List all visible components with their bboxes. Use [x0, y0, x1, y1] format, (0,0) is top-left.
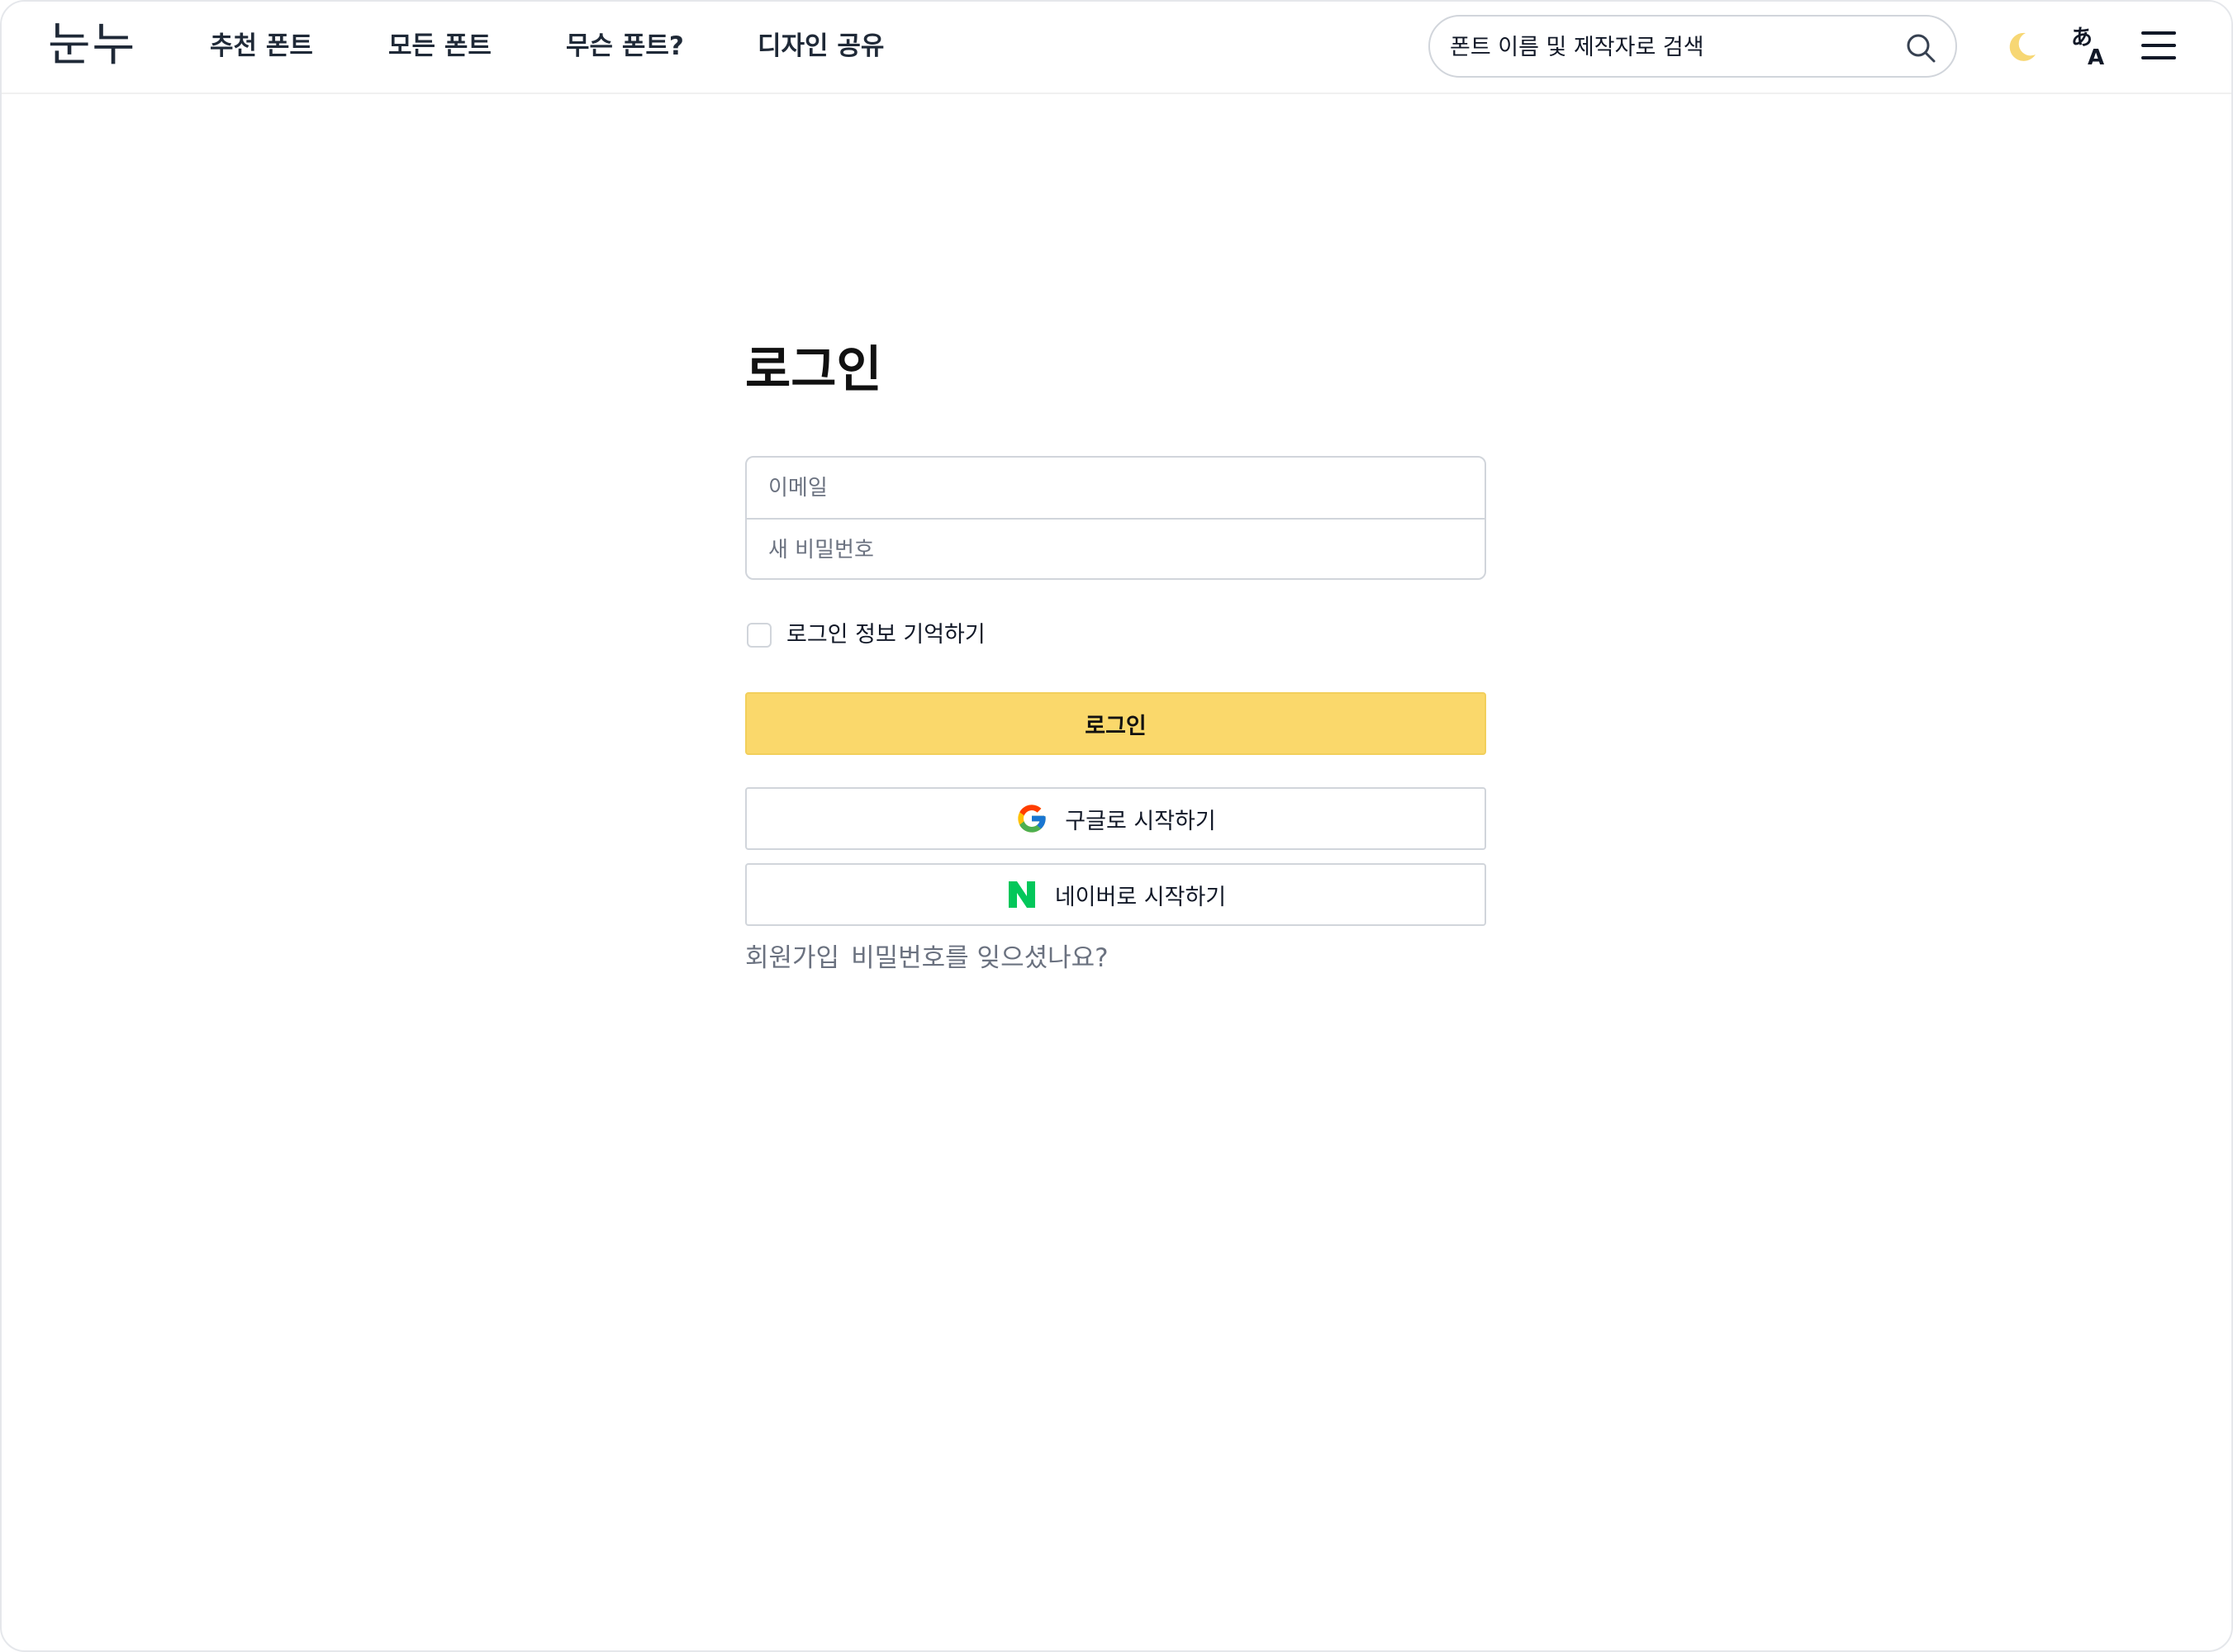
search-icon[interactable] [1904, 31, 1937, 64]
google-login-button[interactable]: 구글로 시작하기 [745, 787, 1486, 850]
google-login-label: 구글로 시작하기 [1065, 808, 1216, 834]
search-box [1428, 15, 1957, 78]
forgot-password-link[interactable]: 비밀번호를 잊으셨나요? [851, 943, 1109, 973]
site-logo[interactable]: 눈누 [48, 17, 136, 74]
nav-design-share[interactable]: 디자인 공유 [758, 28, 884, 64]
login-button[interactable]: 로그인 [745, 692, 1486, 755]
naver-icon [1008, 881, 1035, 908]
page-title: 로그인 [745, 341, 882, 399]
moon-icon[interactable] [2001, 25, 2044, 68]
svg-text:A: A [2088, 45, 2104, 68]
account-links: 회원가입 비밀번호를 잊으셨나요? [745, 940, 1120, 976]
remember-me-checkbox[interactable] [747, 623, 772, 648]
email-field[interactable] [747, 458, 1485, 518]
menu-icon[interactable] [2138, 25, 2181, 68]
top-navigation-bar: 눈누 추천 폰트 모든 폰트 무슨 폰트? 디자인 공유 あ A [2, 2, 2231, 94]
login-button-label: 로그인 [1085, 713, 1147, 739]
google-icon [1018, 805, 1046, 833]
search-input[interactable] [1450, 28, 1879, 66]
app-window: 눈누 추천 폰트 모든 폰트 무슨 폰트? 디자인 공유 あ A 로그인 [0, 0, 2233, 1652]
credentials-group [745, 456, 1486, 580]
translate-icon[interactable]: あ A [2069, 25, 2112, 68]
nav-what-font[interactable]: 무슨 폰트? [566, 28, 684, 64]
remember-me-label[interactable]: 로그인 정보 기억하기 [786, 619, 986, 652]
nav-recommended-fonts[interactable]: 추천 폰트 [210, 28, 313, 64]
naver-login-label: 네이버로 시작하기 [1054, 884, 1227, 910]
password-field[interactable] [747, 520, 1485, 580]
signup-link[interactable]: 회원가입 [745, 943, 839, 973]
nav-all-fonts[interactable]: 모든 폰트 [388, 28, 492, 64]
naver-login-button[interactable]: 네이버로 시작하기 [745, 863, 1486, 926]
